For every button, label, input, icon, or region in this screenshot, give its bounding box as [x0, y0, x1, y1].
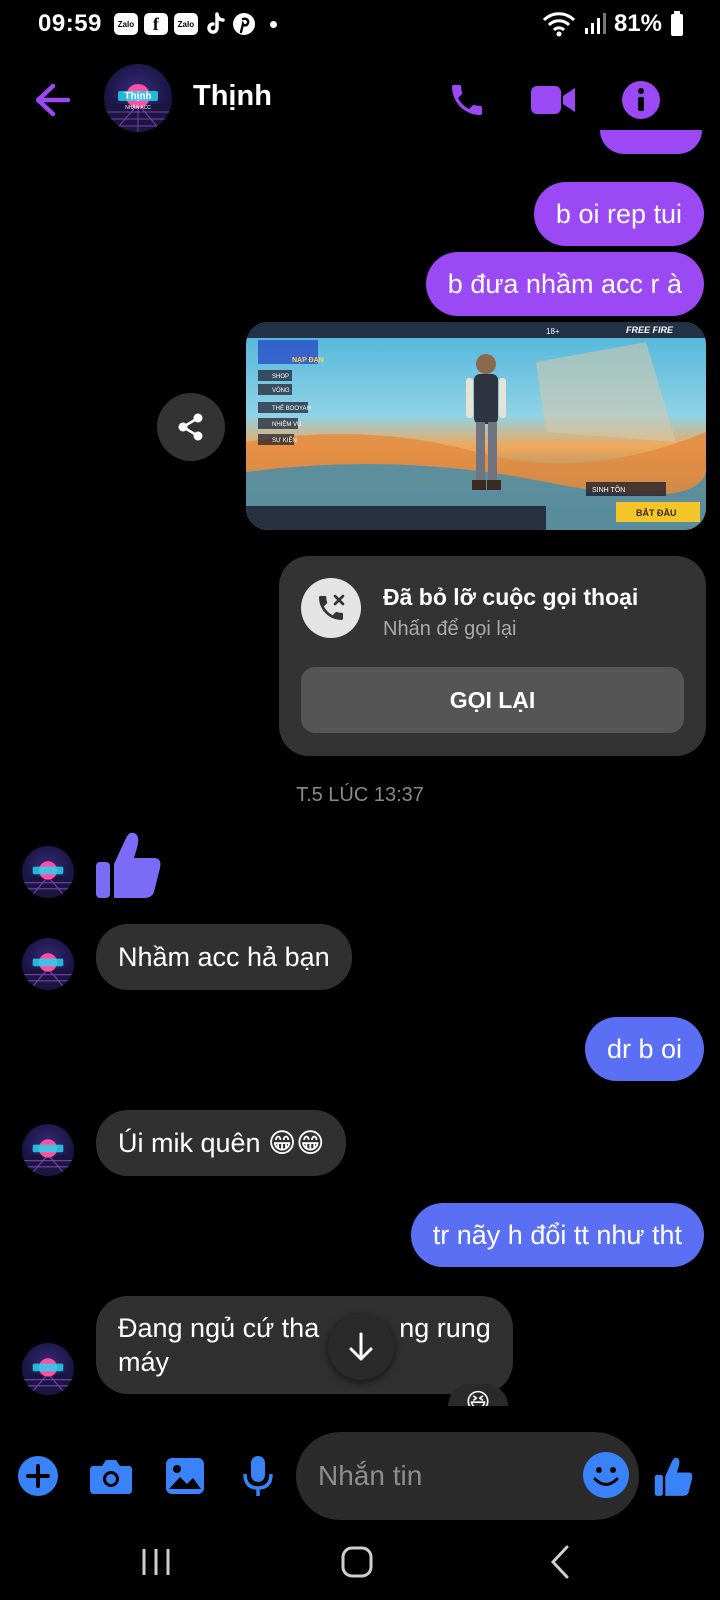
message-reaction[interactable]: 😆	[448, 1384, 508, 1406]
svg-text:FREE FIRE: FREE FIRE	[626, 325, 674, 335]
chevron-left-icon	[550, 1545, 569, 1579]
message-timestamp: T.5 LÚC 13:37	[296, 784, 424, 806]
missed-call-title: Đã bỏ lỡ cuộc gọi thoại	[383, 584, 639, 610]
share-button[interactable]	[157, 393, 225, 461]
status-bar: 09:59 Zalo f Zalo 81%	[0, 0, 720, 48]
recent-apps-button[interactable]	[126, 1534, 186, 1590]
avatar-logo	[22, 1358, 74, 1395]
battery-icon	[671, 11, 683, 36]
share-icon	[178, 413, 203, 441]
video-camera-icon	[531, 86, 575, 114]
previous-message-bubble	[600, 130, 702, 154]
outgoing-message[interactable]: b đưa nhầm acc r à	[425, 252, 704, 316]
emoji-button[interactable]	[583, 1452, 629, 1498]
game-screenshot-art: FREE FIRE 18+ NẠP ĐẠN SHOP VÒNG THẺ BOOY…	[246, 322, 706, 530]
message-text: b đưa nhầm acc r à	[447, 268, 682, 299]
video-call-button[interactable]	[529, 76, 577, 124]
svg-text:THẺ BOOYAH: THẺ BOOYAH	[272, 405, 311, 412]
plus-icon	[18, 1456, 58, 1496]
incoming-message[interactable]: Úi mik quên 😁😁	[96, 1110, 347, 1176]
message-text: b oi rep tui	[555, 198, 682, 229]
avatar-logo: Thịnh NHẬN ACC	[104, 84, 172, 132]
battery-percent: 81%	[613, 10, 662, 37]
zalo-notification-icon-2: Zalo	[173, 13, 198, 35]
message-text: Nhầm acc hả bạn	[118, 941, 330, 972]
wifi-icon	[542, 12, 576, 37]
svg-text:VÒNG: VÒNG	[272, 387, 290, 394]
send-like-button[interactable]	[650, 1452, 698, 1500]
message-text-line-2: máy	[118, 1347, 170, 1377]
arrow-down-icon	[349, 1332, 373, 1361]
voice-call-button[interactable]	[443, 76, 491, 124]
avatar-logo	[22, 953, 74, 990]
svg-text:18+: 18+	[546, 327, 560, 336]
contact-avatar-small[interactable]	[22, 1124, 74, 1176]
message-text: tr nãy h đổi tt như tht	[432, 1219, 682, 1250]
missed-call-card[interactable]: Đã bỏ lỡ cuộc gọi thoại Nhấn để gọi lại …	[279, 556, 706, 756]
thumbs-up-icon	[654, 1457, 693, 1496]
camera-button[interactable]	[87, 1452, 135, 1500]
message-text: dr b oi	[606, 1033, 682, 1064]
message-text-line-1: Đang ngủ cứ tha ng rung	[118, 1313, 491, 1343]
message-composer	[0, 1428, 720, 1524]
contact-avatar-small[interactable]	[22, 1343, 74, 1395]
svg-text:BẮT ĐẦU: BẮT ĐẦU	[636, 508, 677, 518]
home-button[interactable]	[327, 1534, 387, 1590]
message-text: Úi mik quên 😁😁	[118, 1127, 325, 1158]
avatar-logo	[22, 861, 74, 898]
avatar-logo	[22, 1139, 74, 1176]
back-arrow-icon	[35, 83, 71, 117]
outgoing-message[interactable]: b oi rep tui	[533, 182, 704, 246]
outgoing-message[interactable]: dr b oi	[584, 1017, 704, 1081]
home-icon	[341, 1546, 373, 1578]
contact-avatar[interactable]: Thịnh NHẬN ACC	[104, 64, 172, 132]
image-icon	[166, 1458, 204, 1494]
back-nav-button[interactable]	[530, 1534, 590, 1590]
microphone-icon	[243, 1456, 273, 1496]
pinterest-notification-icon	[232, 13, 255, 35]
recent-apps-icon	[142, 1549, 170, 1575]
thumbs-up-sticker[interactable]	[96, 828, 162, 900]
notification-icons: Zalo f Zalo	[113, 12, 277, 36]
zalo-notification-icon: Zalo	[113, 13, 138, 35]
missed-call-subtitle: Nhấn để gọi lại	[383, 618, 517, 640]
phone-icon	[452, 85, 482, 115]
svg-text:NẠP ĐẠN: NẠP ĐẠN	[292, 357, 324, 364]
thumbs-up-icon	[96, 832, 161, 898]
outgoing-message[interactable]: tr nãy h đổi tt như tht	[410, 1203, 704, 1267]
contact-name[interactable]: Thịnh	[193, 80, 272, 113]
voice-message-button[interactable]	[234, 1452, 282, 1500]
back-button[interactable]	[30, 78, 74, 122]
facebook-notification-icon: f	[143, 13, 168, 35]
camera-icon	[90, 1460, 132, 1494]
info-button[interactable]	[617, 76, 665, 124]
scroll-to-bottom-button[interactable]	[328, 1314, 394, 1380]
incoming-message[interactable]: Nhầm acc hả bạn	[96, 924, 352, 990]
tiktok-notification-icon	[207, 12, 225, 34]
gallery-button[interactable]	[161, 1452, 209, 1500]
signal-icon	[584, 13, 606, 34]
svg-text:SỰ KIỆN: SỰ KIỆN	[272, 436, 297, 444]
more-notifications-dot	[269, 20, 277, 28]
svg-text:NHẬN ACC: NHẬN ACC	[125, 104, 151, 111]
system-navigation-bar	[0, 1524, 720, 1600]
call-back-button[interactable]: GỌI LẠI	[301, 667, 684, 733]
game-screenshot-image[interactable]: FREE FIRE 18+ NẠP ĐẠN SHOP VÒNG THẺ BOOY…	[246, 322, 706, 530]
missed-call-icon	[301, 578, 361, 638]
svg-text:SHOP: SHOP	[272, 374, 289, 380]
incoming-message[interactable]: Đang ngủ cứ tha ng rung máy	[96, 1296, 513, 1394]
info-icon	[622, 81, 660, 119]
smiley-icon	[593, 1467, 619, 1486]
status-time: 09:59	[38, 10, 102, 37]
svg-text:NHIỆM VỤ: NHIỆM VỤ	[272, 420, 301, 428]
contact-avatar-small[interactable]	[22, 938, 74, 990]
more-actions-button[interactable]	[14, 1452, 62, 1500]
svg-text:Thịnh: Thịnh	[124, 91, 151, 102]
contact-avatar-small[interactable]	[22, 846, 74, 898]
chat-header: Thịnh NHẬN ACC Thịnh	[0, 60, 720, 140]
